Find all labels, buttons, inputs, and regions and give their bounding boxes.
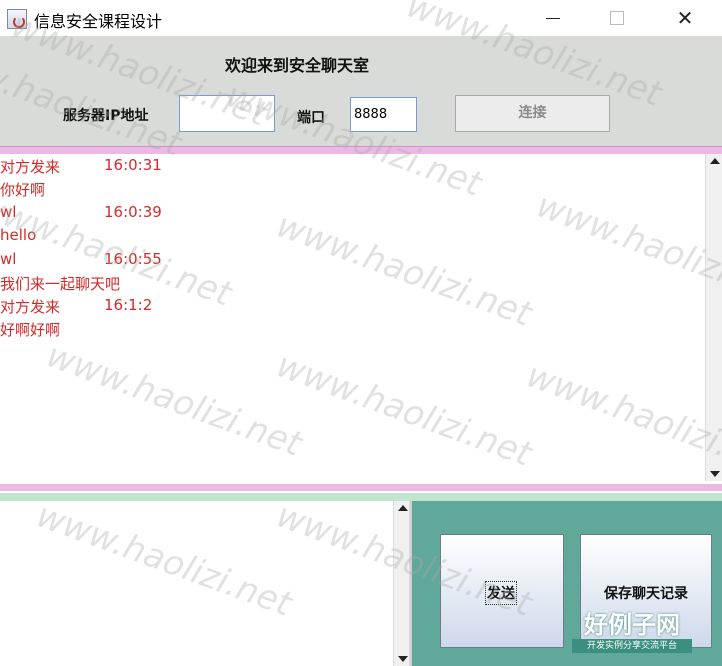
java-app-icon (7, 9, 27, 29)
minimize-button[interactable] (530, 0, 576, 36)
message-time: 16:0:55 (104, 250, 162, 268)
message-time: 16:0:31 (104, 156, 162, 174)
chat-scrollbar[interactable] (705, 154, 722, 481)
welcome-title: 欢迎来到安全聊天室 (225, 56, 370, 75)
message-header: wl 16:0:55 (0, 250, 162, 268)
ip-input[interactable] (179, 95, 275, 132)
message-text: 我们来一起聊天吧 (0, 275, 121, 293)
message-sender: wl (0, 203, 17, 221)
send-button[interactable]: 发送 (440, 534, 564, 648)
window-title: 信息安全课程设计 (34, 12, 163, 31)
divider (0, 481, 722, 501)
message-sender: wl (0, 250, 17, 268)
message-header: 对方发来 16:0:31 (0, 156, 162, 177)
ip-label: 服务器IP地址 (63, 108, 149, 124)
connect-button[interactable]: 连接 (455, 95, 610, 132)
message-text: 好啊好啊 (0, 321, 61, 339)
send-button-label: 发送 (485, 581, 517, 605)
chat-history[interactable]: 对方发来 16:0:31 你好啊 wl 16:0:39 hello wl 16:… (0, 154, 705, 481)
site-logo: 好例子网 开发实例分享交流平台 (572, 611, 692, 656)
message-time: 16:1:2 (104, 296, 153, 314)
message-time: 16:0:39 (104, 203, 162, 221)
scroll-up-icon[interactable] (710, 158, 720, 164)
input-scrollbar[interactable] (393, 501, 410, 666)
maximize-button[interactable] (594, 0, 640, 36)
message-input[interactable] (0, 501, 393, 666)
message-header: 对方发来 16:1:2 (0, 296, 152, 317)
message-header: wl 16:0:39 (0, 203, 162, 221)
logo-title: 好例子网 (584, 611, 680, 639)
connection-panel: 欢迎来到安全聊天室 服务器IP地址 端口 连接 (0, 36, 722, 146)
port-label: 端口 (297, 110, 325, 126)
logo-subtitle: 开发实例分享交流平台 (572, 639, 692, 653)
scroll-down-icon[interactable] (710, 471, 720, 477)
message-sender: 对方发来 (0, 298, 61, 316)
message-text: 你好啊 (0, 181, 46, 199)
close-button[interactable]: ✕ (662, 0, 708, 36)
scroll-down-icon[interactable] (398, 656, 408, 662)
message-text: hello (0, 226, 37, 244)
title-bar: 信息安全课程设计 ✕ (0, 0, 722, 36)
message-sender: 对方发来 (0, 158, 61, 176)
port-input[interactable] (350, 97, 417, 132)
save-history-button-label: 保存聊天记录 (604, 586, 688, 602)
scroll-up-icon[interactable] (398, 505, 408, 511)
divider (0, 146, 722, 154)
